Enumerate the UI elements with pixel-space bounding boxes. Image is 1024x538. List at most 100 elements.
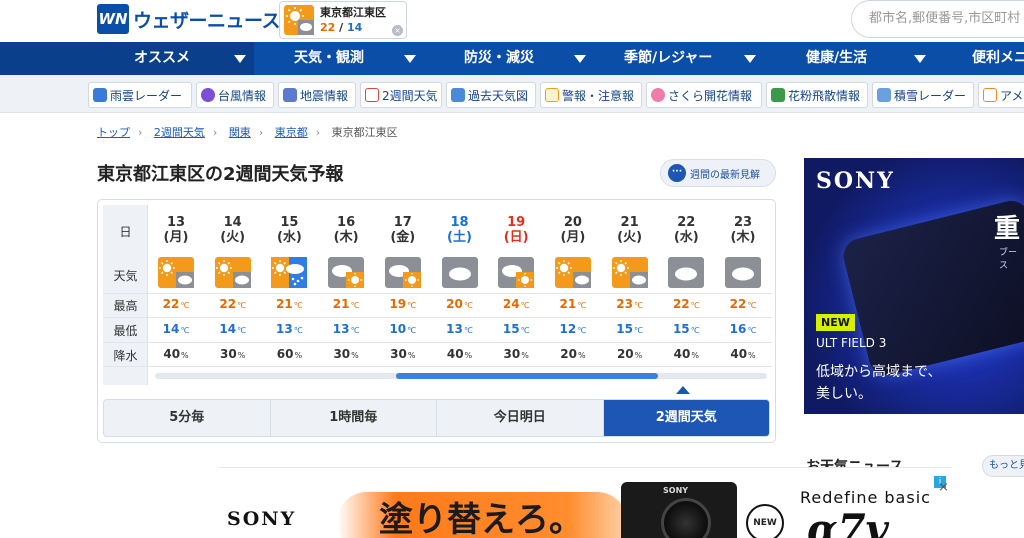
active-tab-pointer	[676, 386, 690, 394]
location-info: 東京都江東区 22 / 14	[320, 5, 386, 35]
sunny-rain-icon	[271, 257, 308, 288]
location-name: 東京都江東区	[320, 6, 386, 19]
row-label-day: 日	[119, 225, 132, 239]
chip-2week[interactable]: 2週間天気	[360, 82, 442, 108]
chip-label: 2週間天気	[382, 88, 438, 103]
day-weekday: (水)	[276, 230, 302, 245]
forecast-days: 13 (月) 22℃ 14℃ 40% 14 (火) 22℃ 14℃ 30% 15 (水) 21℃ 13℃ 6…	[148, 205, 772, 385]
day-date: 23	[733, 215, 753, 230]
forecast-scrollbar[interactable]	[155, 373, 767, 379]
scrollbar-thumb[interactable]	[396, 373, 658, 379]
sunny-cloudy-icon	[554, 257, 591, 288]
weekly-outlook-button[interactable]: ··· 週間の最新見解	[660, 159, 776, 187]
location-temp-sep: /	[335, 21, 347, 34]
forecast-day: 23 (木) 22℃ 16℃ 40%	[715, 205, 771, 385]
location-widget[interactable]: 東京都江東区 22 / 14 ×	[279, 1, 407, 39]
breadcrumb-link[interactable]: トップ	[97, 126, 130, 139]
breadcrumb-link[interactable]: 関東	[229, 126, 251, 139]
ad-copy: 美しい。	[816, 386, 872, 402]
day-date: 20	[563, 215, 582, 230]
tab-2week[interactable]: 2週間天気	[603, 400, 769, 436]
forecast-grid: 日 天気 最高 最低 降水 13 (月) 22℃ 14℃ 40% 14 (火) 22℃ 14℃ 3…	[103, 205, 772, 385]
day-high: 24℃	[502, 297, 530, 311]
typhoon-icon	[201, 88, 215, 102]
location-close-icon[interactable]: ×	[392, 25, 403, 36]
chip-label: さくら開花情報	[668, 88, 753, 103]
breadcrumb-link[interactable]: 東京都	[275, 126, 308, 139]
nav-item-season[interactable]: 季節/レジャー	[594, 42, 764, 75]
location-high: 22	[320, 21, 336, 34]
forecast-day: 20 (月) 21℃ 12℃ 20%	[545, 205, 601, 385]
tab-today-tomorrow[interactable]: 今日明日	[437, 400, 604, 436]
chip-label: 台風情報	[218, 88, 267, 103]
day-weekday: (水)	[673, 230, 699, 245]
day-weekday: (土)	[447, 230, 472, 245]
logo-mark-icon: WN	[97, 4, 129, 34]
chip-label: アメダス	[1000, 88, 1024, 103]
sunny-cloudy-icon	[611, 257, 648, 288]
chip-label: 雨雲レーダー	[110, 88, 183, 103]
sakura-icon	[651, 88, 665, 102]
chip-rain-radar[interactable]: 雨雲レーダー	[88, 82, 192, 108]
day-precip: 30%	[333, 347, 359, 361]
ad-copy: 低域から高域まで、	[816, 364, 942, 380]
site-logo[interactable]: WN ウェザーニュース	[97, 4, 281, 34]
row-label-weather: 天気	[113, 269, 138, 283]
ad-tagline: Redefine basic	[800, 488, 931, 507]
forecast-card: 日 天気 最高 最低 降水 13 (月) 22℃ 14℃ 40% 14 (火) 22℃ 14℃ 3…	[97, 199, 776, 443]
chip-typhoon[interactable]: 台風情報	[196, 82, 274, 108]
ad-banner-right[interactable]: SONY 重 ブース NEW ULT FIELD 3 低域から高域まで、 美しい…	[804, 158, 1024, 414]
nav-item-menu[interactable]: 便利メニュー	[934, 42, 1024, 75]
chip-sakura[interactable]: さくら開花情報	[646, 82, 762, 108]
forecast-day: 22 (水) 22℃ 15℃ 40%	[658, 205, 714, 385]
tab-5min[interactable]: 5分毎	[104, 400, 271, 436]
day-high: 22℃	[162, 297, 190, 311]
cloudy-icon	[668, 257, 705, 288]
nav-item-health[interactable]: 健康/生活	[764, 42, 934, 75]
nav-item-disaster[interactable]: 防災・減災	[424, 42, 594, 75]
nav-item-osusume[interactable]: オススメ	[0, 42, 254, 75]
day-high: 22℃	[219, 297, 247, 311]
map-icon	[451, 88, 465, 102]
chart-icon	[983, 88, 997, 102]
cloudy-sunny-icon	[328, 257, 365, 288]
breadcrumb-link[interactable]: 2週間天気	[154, 126, 205, 139]
forecast-day: 19 (日) 24℃ 15℃ 30%	[488, 205, 544, 385]
day-weekday: (木)	[333, 230, 359, 245]
chevron-down-icon	[574, 55, 586, 63]
day-precip: 30%	[220, 347, 246, 361]
chip-pollen[interactable]: 花粉飛散情報	[766, 82, 868, 108]
day-weekday: (日)	[503, 230, 529, 245]
chip-past-map[interactable]: 過去天気図	[446, 82, 536, 108]
row-labels: 日 天気 最高 最低 降水	[103, 205, 148, 385]
cloudy-icon	[441, 257, 478, 288]
day-precip: 60%	[276, 347, 303, 361]
news-more-button[interactable]: もっと見る	[982, 455, 1024, 477]
nav-label: オススメ	[134, 50, 190, 66]
nav-label: 便利メニュー	[972, 50, 1024, 66]
chevron-down-icon	[914, 55, 926, 63]
day-date: 18	[450, 215, 469, 230]
ad-headline: 塗り替えろ。	[379, 500, 583, 538]
search-input[interactable]: 都市名,郵便番号,市区町村	[851, 0, 1024, 38]
chip-amedas[interactable]: アメダス	[978, 82, 1024, 108]
day-precip: 30%	[390, 347, 416, 361]
day-low: 13℃	[276, 322, 303, 336]
chip-snow[interactable]: 積雪レーダー	[872, 82, 974, 108]
ad-banner-bottom[interactable]: SONY 塗り替えろ。 SONY NEW Redefine basic α7v …	[219, 467, 952, 538]
earthquake-icon	[283, 88, 297, 102]
nav-item-weather[interactable]: 天気・観測	[254, 42, 424, 75]
ad-close-icon[interactable]: ×	[938, 480, 949, 495]
day-high: 21℃	[276, 297, 303, 311]
day-high: 19℃	[389, 297, 417, 311]
chip-warning[interactable]: 警報・注意報	[540, 82, 642, 108]
sunny-cloudy-icon	[158, 257, 194, 288]
chip-label: 地震情報	[300, 88, 349, 103]
chip-earthquake[interactable]: 地震情報	[278, 82, 356, 108]
row-label-high: 最高	[113, 299, 138, 313]
tab-hourly[interactable]: 1時間毎	[271, 400, 437, 436]
ad-side-sub: ブース	[999, 248, 1018, 271]
day-low: 13℃	[446, 322, 473, 336]
day-weekday: (木)	[730, 230, 756, 245]
day-weekday: (月)	[163, 230, 189, 245]
